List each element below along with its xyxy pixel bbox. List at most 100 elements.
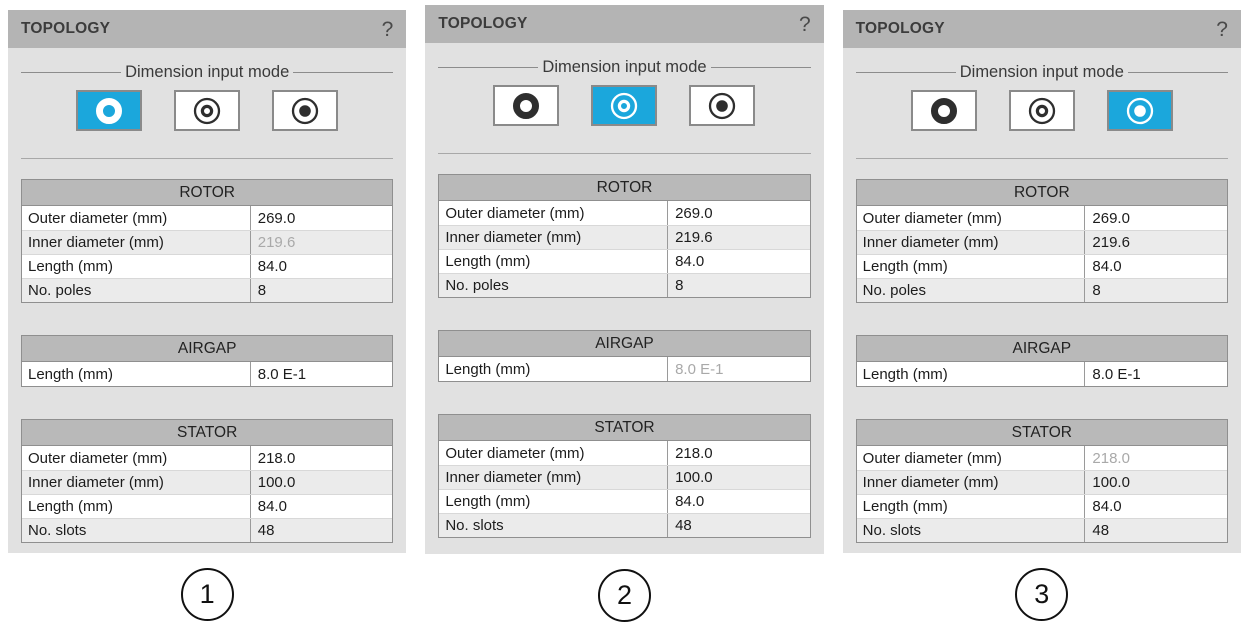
- panel-number-badge: 1: [181, 568, 234, 621]
- mode-button-3[interactable]: [272, 90, 338, 131]
- dim-value[interactable]: 219.6: [1084, 231, 1227, 254]
- dim-label: Outer diameter (mm): [857, 206, 1085, 230]
- mode-button-3[interactable]: [1107, 90, 1173, 131]
- table-row: Outer diameter (mm) 218.0: [857, 446, 1227, 470]
- rotor-table-header: ROTOR: [22, 180, 392, 206]
- mode-button-2[interactable]: [174, 90, 240, 131]
- mode-button-2[interactable]: [1009, 90, 1075, 131]
- dim-value[interactable]: 100.0: [1084, 471, 1227, 494]
- dim-value[interactable]: 84.0: [250, 495, 393, 518]
- dim-value[interactable]: 8: [250, 279, 393, 302]
- panel-body: Dimension input mode: [8, 63, 406, 543]
- panel-3-column: TOPOLOGY ? Dimension input mode: [843, 10, 1241, 621]
- dim-value[interactable]: 84.0: [1084, 255, 1227, 278]
- thick-ring-icon: [509, 91, 543, 121]
- dim-value[interactable]: 84.0: [1084, 495, 1227, 518]
- help-icon[interactable]: ?: [1216, 19, 1228, 40]
- table-row: Length (mm) 8.0 E-1: [439, 357, 809, 381]
- panel-1-column: TOPOLOGY ? Dimension input mode: [8, 10, 406, 621]
- double-circle-icon: [190, 96, 224, 126]
- dim-value[interactable]: 8: [667, 274, 810, 297]
- help-icon[interactable]: ?: [382, 19, 394, 40]
- dim-label: Outer diameter (mm): [857, 446, 1085, 470]
- dim-value[interactable]: 218.0: [250, 446, 393, 470]
- dim-value[interactable]: 219.6: [667, 226, 810, 249]
- section-divider: [856, 158, 1228, 159]
- dim-value: 8.0 E-1: [667, 357, 810, 381]
- table-row: Length (mm) 84.0: [22, 254, 392, 278]
- dim-value[interactable]: 8: [1084, 279, 1227, 302]
- dim-value[interactable]: 269.0: [1084, 206, 1227, 230]
- dim-value[interactable]: 218.0: [667, 441, 810, 465]
- mode-button-1[interactable]: [493, 85, 559, 126]
- thick-ring-icon: [927, 96, 961, 126]
- dim-value[interactable]: 84.0: [667, 490, 810, 513]
- dim-label: Inner diameter (mm): [439, 226, 667, 249]
- panel-header: TOPOLOGY ?: [425, 5, 823, 43]
- table-row: No. poles 8: [22, 278, 392, 302]
- panel-header: TOPOLOGY ?: [843, 10, 1241, 48]
- help-icon[interactable]: ?: [799, 14, 811, 35]
- dim-label: Outer diameter (mm): [22, 206, 250, 230]
- dim-label: No. slots: [22, 519, 250, 542]
- dim-label: Inner diameter (mm): [857, 471, 1085, 494]
- dim-label: Length (mm): [439, 490, 667, 513]
- panel-title: TOPOLOGY: [856, 20, 945, 38]
- table-row: Length (mm) 84.0: [22, 494, 392, 518]
- mode-button-1[interactable]: [911, 90, 977, 131]
- dimension-mode-group: [856, 90, 1228, 131]
- dimension-mode-group: [438, 85, 810, 126]
- legend-line-left: [21, 72, 121, 73]
- dimension-mode-legend: Dimension input mode: [21, 63, 393, 82]
- dimension-mode-label: Dimension input mode: [960, 63, 1124, 82]
- dim-label: Outer diameter (mm): [22, 446, 250, 470]
- dim-value[interactable]: 48: [667, 514, 810, 537]
- dim-value[interactable]: 84.0: [250, 255, 393, 278]
- dim-value[interactable]: 48: [1084, 519, 1227, 542]
- table-row: Length (mm) 8.0 E-1: [857, 362, 1227, 386]
- mode-button-1[interactable]: [76, 90, 142, 131]
- airgap-table-header: AIRGAP: [439, 331, 809, 357]
- dim-label: No. slots: [439, 514, 667, 537]
- topology-panel-2: TOPOLOGY ? Dimension input mode: [425, 5, 823, 554]
- mode-button-3[interactable]: [689, 85, 755, 126]
- airgap-table-header: AIRGAP: [22, 336, 392, 362]
- table-row: Outer diameter (mm) 269.0: [857, 206, 1227, 230]
- table-row: No. slots 48: [439, 513, 809, 537]
- dim-label: Length (mm): [439, 357, 667, 381]
- stator-table-header: STATOR: [857, 420, 1227, 446]
- panel-header: TOPOLOGY ?: [8, 10, 406, 48]
- table-row: No. slots 48: [22, 518, 392, 542]
- panel-title: TOPOLOGY: [21, 20, 110, 38]
- dim-label: Length (mm): [22, 495, 250, 518]
- dim-value[interactable]: 100.0: [667, 466, 810, 489]
- filled-dot-icon: [1123, 96, 1157, 126]
- filled-dot-icon: [288, 96, 322, 126]
- table-row: Length (mm) 84.0: [439, 489, 809, 513]
- table-row: Outer diameter (mm) 218.0: [439, 441, 809, 465]
- dim-value[interactable]: 8.0 E-1: [250, 362, 393, 386]
- dim-value[interactable]: 269.0: [250, 206, 393, 230]
- dim-label: No. poles: [857, 279, 1085, 302]
- dim-value[interactable]: 100.0: [250, 471, 393, 494]
- stator-table: STATOR Outer diameter (mm) 218.0 Inner d…: [856, 419, 1228, 543]
- section-divider: [21, 158, 393, 159]
- dim-label: Length (mm): [857, 495, 1085, 518]
- stator-table-header: STATOR: [22, 420, 392, 446]
- table-row: Length (mm) 84.0: [857, 254, 1227, 278]
- dimension-mode-legend: Dimension input mode: [856, 63, 1228, 82]
- dim-label: Outer diameter (mm): [439, 201, 667, 225]
- mode-button-2[interactable]: [591, 85, 657, 126]
- dim-label: Length (mm): [22, 362, 250, 386]
- dim-value[interactable]: 8.0 E-1: [1084, 362, 1227, 386]
- panel-2-column: TOPOLOGY ? Dimension input mode: [425, 10, 823, 622]
- dim-value[interactable]: 48: [250, 519, 393, 542]
- panel-body: Dimension input mode: [843, 63, 1241, 543]
- dimension-mode-label: Dimension input mode: [542, 58, 706, 77]
- dim-value[interactable]: 84.0: [667, 250, 810, 273]
- table-row: Inner diameter (mm) 100.0: [22, 470, 392, 494]
- rotor-table: ROTOR Outer diameter (mm) 269.0 Inner di…: [438, 174, 810, 298]
- dim-value[interactable]: 269.0: [667, 201, 810, 225]
- section-divider: [438, 153, 810, 154]
- rotor-table: ROTOR Outer diameter (mm) 269.0 Inner di…: [21, 179, 393, 303]
